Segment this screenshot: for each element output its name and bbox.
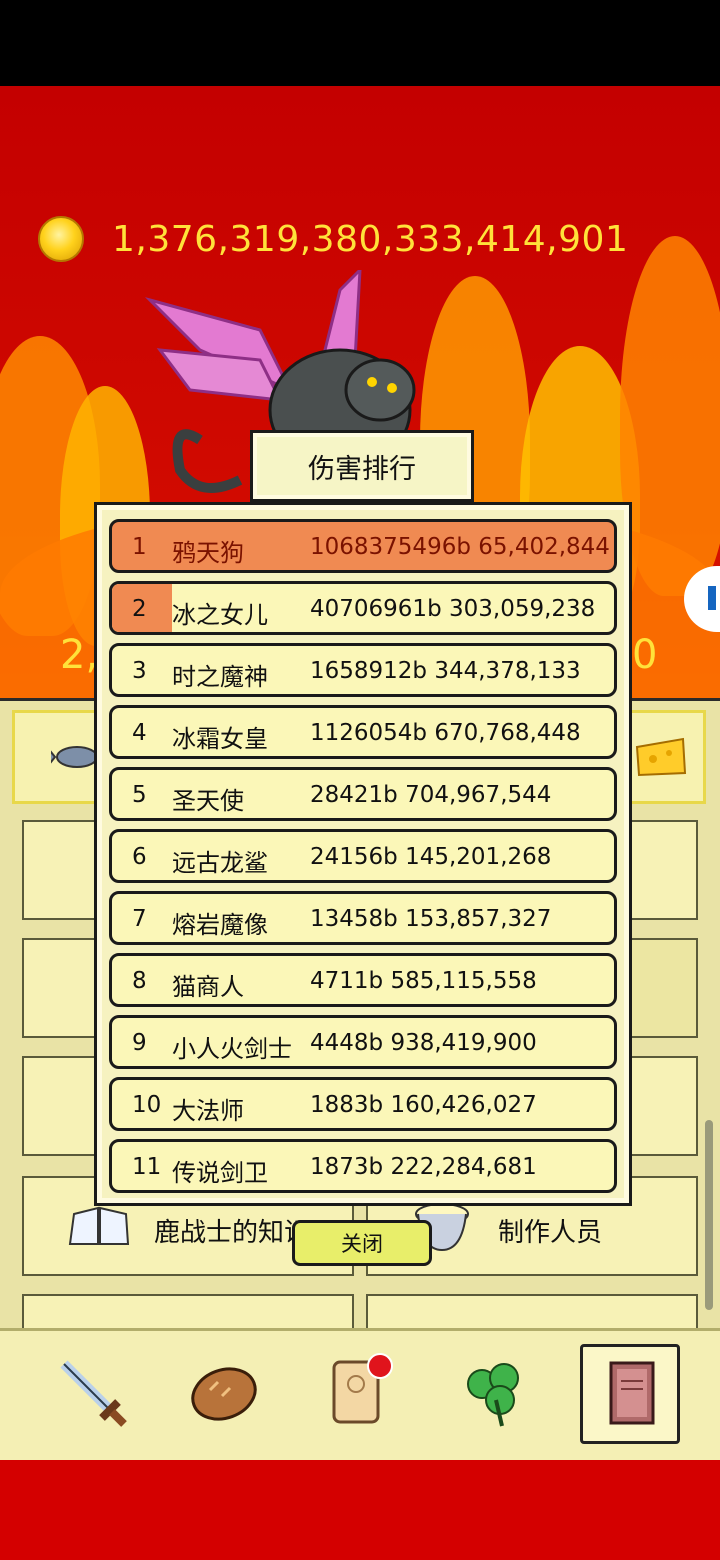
footer-band — [0, 1460, 720, 1560]
book-icon — [609, 1361, 655, 1425]
damage-value: 1126054b 670,768,448 — [310, 720, 581, 746]
leaderboard-row: 11 传说剑卫 1873b 222,284,681 — [109, 1139, 617, 1193]
leaderboard-row: 9 小人火剑士 4448b 938,419,900 — [109, 1015, 617, 1069]
leaderboard-row: 10 大法师 1883b 160,426,027 — [109, 1077, 617, 1131]
rank-number: 10 — [132, 1092, 162, 1118]
damage-value: 4711b 585,115,558 — [310, 968, 537, 994]
leaderboard-row: 7 熔岩魔像 13458b 153,857,327 — [109, 891, 617, 945]
rank-number: 2 — [132, 596, 147, 622]
leaderboard-title: 伤害排行 — [250, 430, 474, 502]
side-number-right: 0 — [632, 632, 658, 678]
boss-name: 鸦天狗 — [172, 539, 244, 567]
nav-quest-button[interactable] — [310, 1344, 406, 1440]
boss-name: 时之魔神 — [172, 663, 268, 691]
rank-number: 7 — [132, 906, 147, 932]
leaderboard-row: 1 鸦天狗 1068375496b 65,402,844 — [109, 519, 617, 573]
cheese-icon — [635, 737, 687, 777]
sword-icon — [60, 1360, 127, 1427]
damage-value: 1873b 222,284,681 — [310, 1154, 537, 1180]
rank-number: 8 — [132, 968, 147, 994]
damage-value: 40706961b 303,059,238 — [310, 596, 596, 622]
leaderboard-row: 5 圣天使 28421b 704,967,544 — [109, 767, 617, 821]
clover-icon — [467, 1363, 519, 1427]
rank-number: 5 — [132, 782, 147, 808]
nav-sword-button[interactable] — [44, 1344, 140, 1440]
damage-value: 4448b 938,419,900 — [310, 1030, 537, 1056]
damage-value: 13458b 153,857,327 — [310, 906, 552, 932]
rank-number: 6 — [132, 844, 147, 870]
damage-value: 24156b 145,201,268 — [310, 844, 552, 870]
leaderboard-row: 3 时之魔神 1658912b 344,378,133 — [109, 643, 617, 697]
rank-number: 9 — [132, 1030, 147, 1056]
nav-book-button[interactable] — [580, 1344, 680, 1444]
boss-name: 冰霜女皇 — [172, 725, 268, 753]
boss-name: 小人火剑士 — [172, 1035, 292, 1063]
open-book-icon — [68, 1206, 130, 1245]
boss-name: 远古龙鲨 — [172, 849, 268, 877]
leaderboard-dialog: 1 鸦天狗 1068375496b 65,402,844 2 冰之女儿 40706961b… — [94, 502, 632, 1206]
side-number-left: 2, — [60, 632, 99, 678]
boss-name: 冰之女儿 — [172, 601, 268, 629]
menu-scrollbar[interactable] — [705, 1120, 713, 1310]
damage-value: 1883b 160,426,027 — [310, 1092, 537, 1118]
scroll-icon — [332, 1353, 393, 1424]
gold-coin-icon — [38, 216, 84, 262]
boss-name: 熔岩魔像 — [172, 911, 268, 939]
knowledge-label: 鹿战士的知识 — [154, 1218, 311, 1248]
leaderboard-row: 8 猫商人 4711b 585,115,558 — [109, 953, 617, 1007]
gold-amount: 1,376,319,380,333,414,901 — [112, 218, 629, 260]
nav-bread-button[interactable] — [176, 1344, 272, 1440]
damage-value: 1658912b 344,378,133 — [310, 658, 581, 684]
status-bar — [0, 0, 720, 86]
credits-label: 制作人员 — [498, 1218, 603, 1248]
leaderboard-row: 4 冰霜女皇 1126054b 670,768,448 — [109, 705, 617, 759]
bread-icon — [191, 1367, 257, 1421]
boss-name: 圣天使 — [172, 787, 244, 815]
damage-value: 1068375496b 65,402,844 — [310, 534, 610, 560]
rank-number: 4 — [132, 720, 147, 746]
leaderboard-row: 2 冰之女儿 40706961b 303,059,238 — [109, 581, 617, 635]
nav-clover-button[interactable] — [446, 1344, 542, 1440]
close-button[interactable]: 关闭 — [292, 1220, 432, 1266]
leaderboard-row: 6 远古龙鲨 24156b 145,201,268 — [109, 829, 617, 883]
rank-number: 1 — [132, 534, 147, 560]
damage-value: 28421b 704,967,544 — [310, 782, 552, 808]
boss-name: 猫商人 — [172, 973, 244, 1001]
notification-badge — [367, 1353, 393, 1379]
rank-number: 3 — [132, 658, 147, 684]
boss-name: 传说剑卫 — [172, 1159, 268, 1187]
rank-number: 11 — [132, 1154, 162, 1180]
gold-counter: 1,376,319,380,333,414,901 — [38, 216, 628, 262]
boss-name: 大法师 — [172, 1097, 244, 1125]
